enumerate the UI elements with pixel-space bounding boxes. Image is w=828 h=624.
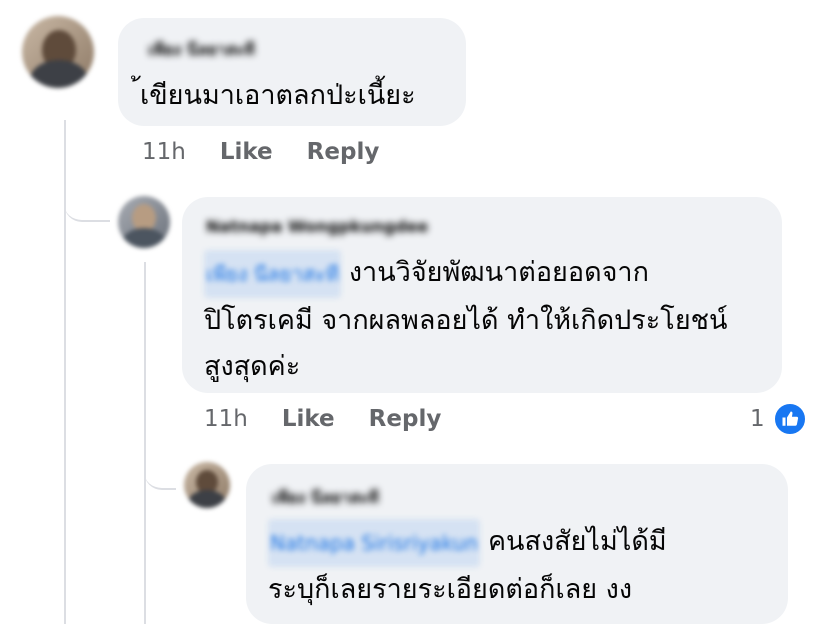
reaction-count: 1 bbox=[750, 406, 765, 432]
comment-bubble: Natnapa Wongpkungdee เพียง นีลยาสะที งานว… bbox=[182, 197, 782, 393]
avatar[interactable] bbox=[118, 196, 170, 248]
avatar[interactable] bbox=[184, 462, 230, 508]
comment-timestamp[interactable]: 11h bbox=[204, 406, 248, 432]
avatar[interactable] bbox=[22, 16, 94, 88]
mention-link[interactable]: เพียง นีลยาสะที bbox=[204, 250, 341, 298]
comment-bubble: เพียง นีลยาสะที Natnapa Sirisriyakun คนสง… bbox=[246, 464, 788, 624]
comment-text: ้เขียนมาเอาตลกป่ะเนี้ยะ bbox=[140, 80, 416, 111]
comment-author[interactable]: เพียง นีลยาสะที bbox=[148, 38, 255, 63]
comment-text: Natnapa Sirisriyakun คนสงสัยไม่ได้มี bbox=[268, 518, 667, 567]
comment-text-line: ระบุก็เลยรายระเอียดต่อก็เลย งง bbox=[268, 574, 633, 605]
comment-text-line: คนสงสัยไม่ได้มี bbox=[487, 526, 667, 557]
comment-text: เพียง นีลยาสะที งานวิจัยพัฒนาต่อยอดจาก bbox=[204, 249, 649, 298]
comment-text-line: งานวิจัยพัฒนาต่อยอดจาก bbox=[348, 257, 649, 288]
reaction-summary[interactable]: 1 bbox=[750, 402, 807, 436]
comment-actions: 11h Like Reply bbox=[204, 406, 475, 432]
reply-button[interactable]: Reply bbox=[369, 406, 442, 432]
comment-author[interactable]: เพียง นีลยาสะที bbox=[272, 486, 379, 511]
comment-author[interactable]: Natnapa Wongpkungdee bbox=[206, 217, 428, 236]
reply-button[interactable]: Reply bbox=[307, 139, 380, 165]
comment-text-line: สูงสุดค่ะ bbox=[204, 351, 301, 382]
like-button[interactable]: Like bbox=[282, 406, 335, 432]
comment-text-line: ปิโตรเคมี จากผลพลอยได้ ทำให้เกิดประโยชน์ bbox=[204, 305, 728, 336]
comment-timestamp[interactable]: 11h bbox=[142, 139, 186, 165]
thread-elbow-reply-1 bbox=[64, 150, 110, 222]
thumbs-up-icon bbox=[772, 402, 807, 436]
comment-actions: 11h Like Reply bbox=[142, 139, 413, 165]
thread-elbow-reply-2 bbox=[144, 440, 176, 490]
like-button[interactable]: Like bbox=[220, 139, 273, 165]
mention-link[interactable]: Natnapa Sirisriyakun bbox=[268, 519, 480, 567]
comment-bubble: เพียง นีลยาสะที ้เขียนมาเอาตลกป่ะเนี้ยะ bbox=[118, 18, 466, 126]
